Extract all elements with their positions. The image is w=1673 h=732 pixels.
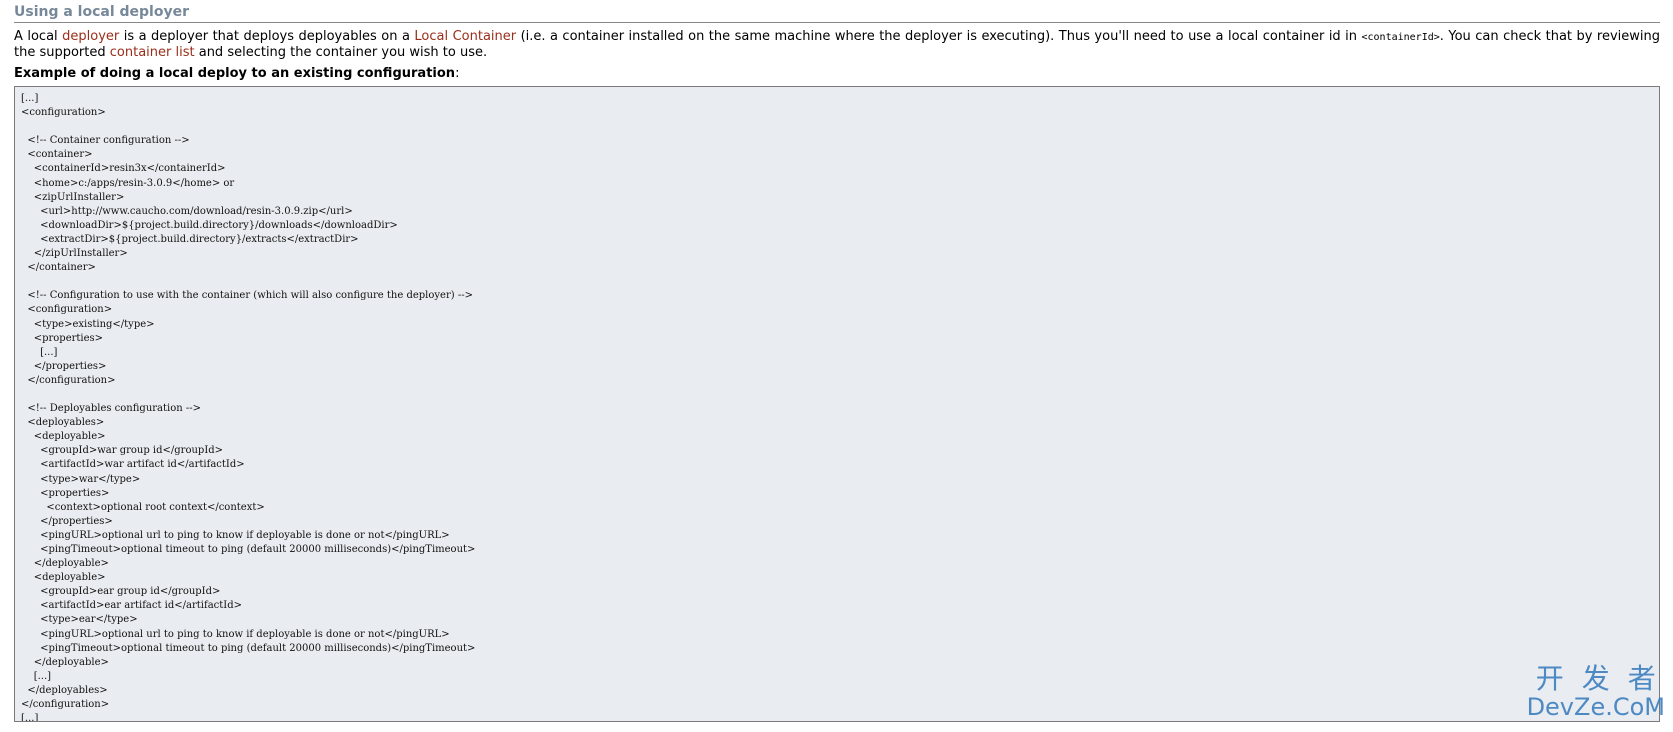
container-list-link[interactable]: container list bbox=[110, 45, 195, 60]
watermark-logo: 开发者 DevZe.CoM bbox=[1526, 664, 1665, 721]
intro-text-1: A local bbox=[14, 29, 63, 44]
deployer-link[interactable]: deployer bbox=[62, 29, 119, 44]
local-container-link[interactable]: Local Container bbox=[414, 29, 516, 44]
code-block: [...] <configuration> <!-- Container con… bbox=[14, 86, 1660, 722]
intro-text-3: (i.e. a container installed on the same … bbox=[516, 29, 1362, 44]
intro-text-2: is a deployer that deploys deployables o… bbox=[119, 29, 415, 44]
code-listing: [...] <configuration> <!-- Container con… bbox=[21, 93, 476, 722]
example-heading: Example of doing a local deploy to an ex… bbox=[14, 66, 1660, 81]
example-heading-colon: : bbox=[455, 66, 460, 81]
example-heading-text: Example of doing a local deploy to an ex… bbox=[14, 66, 456, 81]
intro-text-5: and selecting the container you wish to … bbox=[194, 45, 488, 60]
section-title: Using a local deployer bbox=[14, 4, 1660, 23]
document-content: Using a local deployer A local deployer … bbox=[14, 4, 1660, 722]
watermark-chinese-text: 开发者 bbox=[1535, 662, 1673, 695]
container-id-code: <containerId> bbox=[1361, 32, 1440, 43]
watermark-site-text: DevZe.CoM bbox=[1526, 693, 1665, 721]
intro-paragraph: A local deployer is a deployer that depl… bbox=[14, 29, 1660, 60]
